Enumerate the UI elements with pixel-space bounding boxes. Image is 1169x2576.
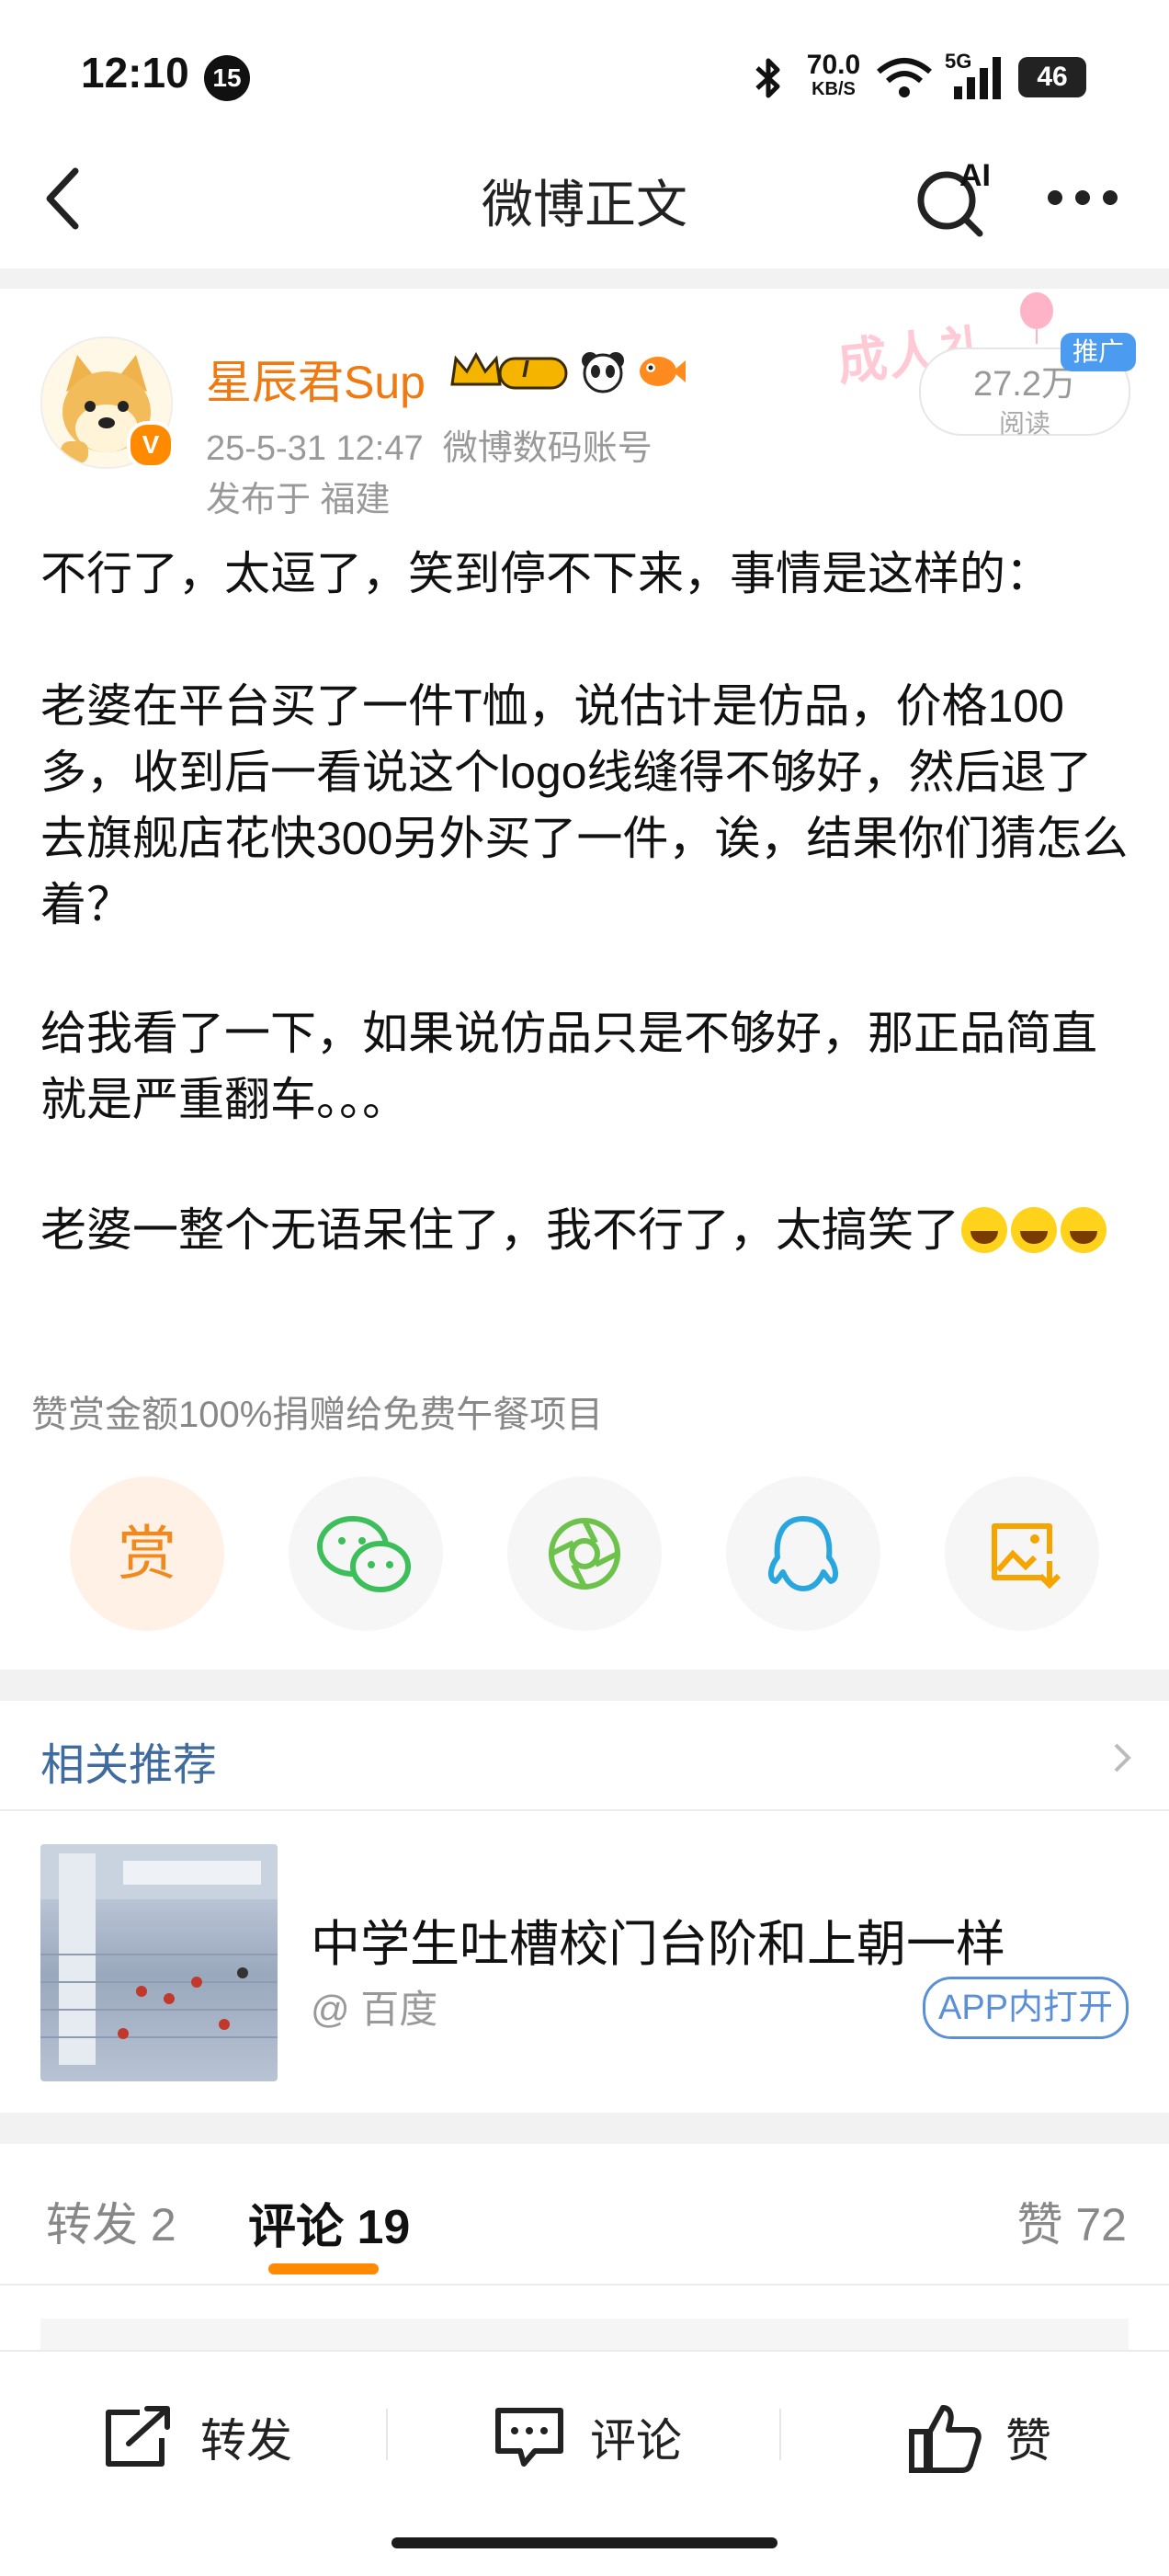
post-paragraph-3: 给我看了一下，如果说仿品只是不够好，那正品简直就是严重翻车。。。 [40, 1008, 1097, 1125]
comment-label: 评论 [590, 2415, 682, 2467]
share-moments-button[interactable] [507, 1476, 662, 1631]
reward-note: 赞赏金额100%捐赠给免费午餐项目 [31, 1395, 604, 1435]
home-indicator[interactable] [392, 2537, 777, 2548]
network-speed-unit: KB/S [811, 79, 856, 99]
balloon-icon [1020, 292, 1053, 344]
post-paragraph-4-text: 老婆一整个无语呆住了，我不行了，太搞笑了 [40, 1204, 959, 1256]
section-divider [0, 1670, 1169, 1701]
author-name[interactable]: 星辰君Sup [206, 346, 426, 412]
post-paragraph-1: 不行了，太逗了，笑到停不下来，事情是这样的： [40, 548, 1051, 599]
verified-badge: V [127, 421, 175, 469]
wechat-icon [317, 1516, 411, 1592]
read-label: 阅读 [998, 409, 1050, 438]
laugh-cry-emoji-icon [961, 1207, 1007, 1253]
network-speed: 70.0 [806, 50, 861, 80]
active-tab-indicator [268, 2263, 379, 2274]
qq-penguin-icon [768, 1516, 838, 1591]
ai-label: AI [959, 158, 991, 193]
share-wechat-button[interactable] [289, 1476, 443, 1631]
post-meta: 25-5-31 12:47 微博数码账号 [206, 419, 653, 470]
related-thumbnail[interactable] [40, 1844, 278, 2081]
header-divider [0, 268, 1169, 289]
save-image-icon [992, 1523, 1061, 1590]
ai-search-button[interactable]: AI [915, 154, 991, 237]
comment-bubble-icon [495, 2408, 563, 2467]
related-divider [0, 1809, 1169, 1811]
school-gate-image-icon [40, 1844, 278, 2065]
bluetooth-icon [755, 58, 780, 98]
status-time: 12:10 [81, 49, 189, 97]
bottom-divider-2 [779, 2409, 781, 2460]
post-paragraph-4: 老婆一整个无语呆住了，我不行了，太搞笑了 [40, 1197, 1134, 1263]
repost-button[interactable]: 转发 [103, 2398, 292, 2477]
comment-button[interactable]: 评论 [493, 2398, 682, 2477]
share-arrow-icon [106, 2406, 170, 2467]
page-title: 微博正文 [482, 176, 687, 234]
wifi-icon [877, 58, 932, 97]
related-section-title[interactable]: 相关推荐 [40, 1728, 217, 1793]
more-options-icon[interactable] [1044, 184, 1121, 211]
promo-tag: 推广 [1061, 333, 1136, 371]
repost-label: 转发 [200, 2415, 292, 2467]
tab-repost[interactable]: 转发 2 [46, 2188, 176, 2254]
open-in-app-button[interactable]: APP内打开 [923, 1977, 1129, 2039]
laugh-cry-emoji-icon [1061, 1207, 1107, 1253]
cell-signal-icon [954, 57, 1001, 99]
bottom-divider [386, 2409, 388, 2460]
post-source: 微博数码账号 [442, 429, 653, 468]
section-divider-2 [0, 2113, 1169, 2144]
moments-shutter-icon [549, 1518, 620, 1590]
post-paragraph-2: 老婆在平台买了一件T恤，说估计是仿品，价格100多，收到后一看说这个logo线缝… [40, 680, 1129, 930]
post-location: 发布于 福建 [206, 481, 391, 519]
membership-badge: I [448, 349, 570, 392]
like-label: 赞 [1005, 2415, 1051, 2467]
post-timestamp: 25-5-31 12:47 [206, 429, 424, 468]
panda-icon [582, 352, 624, 393]
related-source: @ 百度 [311, 1988, 438, 2031]
chevron-right-icon[interactable] [1108, 1739, 1136, 1776]
reward-button[interactable]: 赏 [70, 1476, 224, 1631]
crown-level-icon [450, 351, 568, 390]
thumbs-up-icon [909, 2405, 982, 2473]
notification-count-badge: 15 [204, 55, 250, 101]
membership-level: I [522, 355, 529, 382]
tab-like[interactable]: 赞 72 [1016, 2188, 1127, 2254]
laugh-cry-emoji-icon [1011, 1207, 1057, 1253]
share-qq-button[interactable] [726, 1476, 880, 1631]
related-headline[interactable]: 中学生吐槽校门台阶和上朝一样 [311, 1903, 1005, 1976]
battery-indicator: 46 [1018, 57, 1086, 97]
reward-label: 赏 [118, 1521, 176, 1587]
fish-badge-icon [640, 357, 686, 386]
like-button[interactable]: 赞 [908, 2398, 1051, 2477]
tab-comment[interactable]: 评论 19 [248, 2188, 410, 2257]
save-image-button[interactable] [945, 1476, 1099, 1631]
tab-divider [0, 2284, 1169, 2285]
